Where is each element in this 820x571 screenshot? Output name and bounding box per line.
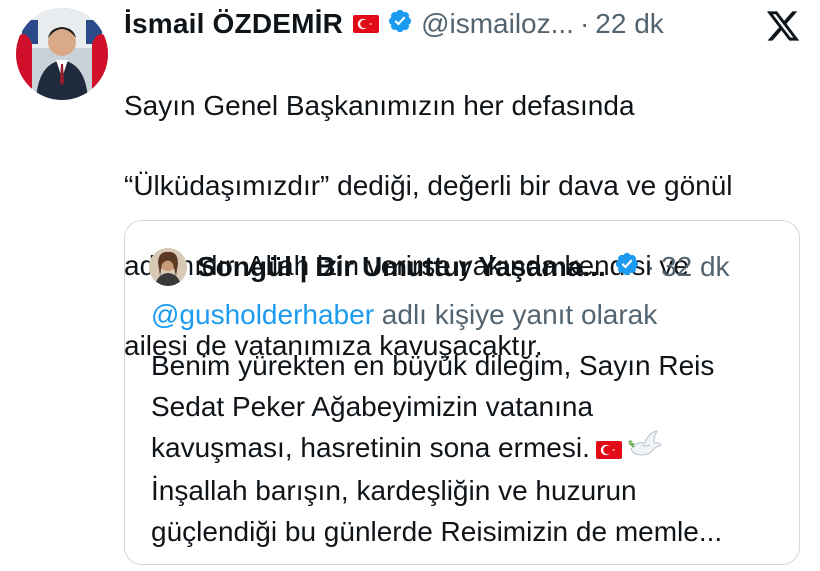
author-avatar[interactable] (16, 8, 108, 100)
turkish-flag-icon (353, 8, 380, 40)
quoted-text-line: kavuşması, hasretinin sona ermesi. (151, 432, 590, 463)
quoted-author-name[interactable]: Songül | Bir Umuttur Yaşama... (197, 251, 606, 283)
author-photo (16, 8, 108, 100)
quoted-tweet-card[interactable]: Songül | Bir Umuttur Yaşama... · 32 dk @… (124, 220, 800, 565)
tweet-timestamp[interactable]: 22 dk (595, 8, 664, 40)
quoted-author-avatar[interactable] (149, 248, 187, 286)
dove-icon (628, 429, 662, 470)
tweet-text-line: Sayın Genel Başkanımızın her defasında (124, 90, 635, 121)
separator-dot: · (645, 251, 656, 282)
verified-badge-icon[interactable] (614, 251, 640, 284)
verified-badge-icon[interactable] (387, 8, 413, 41)
quoted-text-line: İnşallah barışın, kardeşliğin ve huzurun (151, 475, 637, 507)
quoted-tweet-timestamp[interactable]: 32 dk (661, 251, 730, 283)
author-handle[interactable]: @ismailoz... (421, 8, 574, 40)
reply-to-handle-link[interactable]: @gusholderhaber (151, 299, 374, 330)
reply-context: @gusholderhaber adlı kişiye yanıt olarak (151, 299, 657, 331)
quoted-text-line-with-emoji: kavuşması, hasretinin sona ermesi. (151, 427, 781, 470)
tweet-text-line: “Ülküdaşımızdır” dediği, değerli bir dav… (124, 170, 733, 201)
author-name[interactable]: İsmail ÖZDEMİR (124, 8, 343, 40)
quoted-text-line: güçlendiği bu günlerde Reisimizin de mem… (151, 516, 723, 548)
tweet-header: İsmail ÖZDEMİR @ismailoz... · 22 dk (124, 6, 664, 42)
x-logo-icon[interactable] (765, 8, 801, 44)
turkish-flag-icon (595, 429, 622, 470)
reply-context-suffix: adlı kişiye yanıt olarak (374, 299, 658, 330)
quoted-tweet-text: Benim yürekten en büyük dileğim, Sayın R… (151, 345, 781, 552)
quoted-tweet-header: Songül | Bir Umuttur Yaşama... · 32 dk (149, 247, 730, 287)
quoted-text-line: Benim yürekten en büyük dileğim, Sayın R… (151, 350, 715, 381)
quoted-text-line: Sedat Peker Ağabeyimizin vatanına (151, 391, 594, 422)
separator-dot: · (579, 8, 590, 39)
